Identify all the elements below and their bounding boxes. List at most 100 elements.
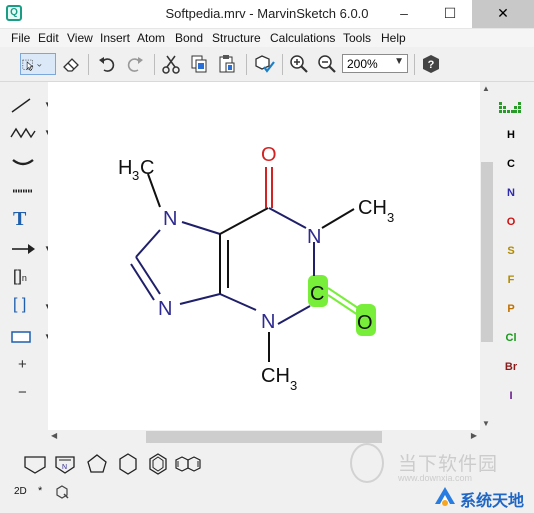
template-pentagon-flat[interactable] xyxy=(22,452,48,476)
menu-view[interactable]: View xyxy=(67,31,93,45)
menu-calculations[interactable]: Calculations xyxy=(270,31,335,45)
atom-h[interactable]: H xyxy=(118,157,132,179)
redo-button[interactable] xyxy=(124,53,146,75)
atom-subscript: 3 xyxy=(387,210,394,225)
single-bond-icon xyxy=(11,98,31,113)
menu-insert[interactable]: Insert xyxy=(100,31,130,45)
selection-tool-button[interactable] xyxy=(20,53,56,75)
increase-charge-tool[interactable]: + xyxy=(8,356,42,378)
eraser-button[interactable] xyxy=(60,53,82,75)
atom-nitrogen-1[interactable]: N xyxy=(307,226,321,248)
close-button[interactable]: ✕ xyxy=(472,0,534,28)
menu-structure[interactable]: Structure xyxy=(212,31,261,45)
dimension-mode[interactable]: 2D xyxy=(14,486,27,497)
minimize-button[interactable]: – xyxy=(386,0,422,28)
element-n[interactable]: N xyxy=(496,187,526,199)
atom-carbon-2[interactable]: C xyxy=(310,283,324,305)
element-o[interactable]: O xyxy=(496,216,526,228)
atom-oxygen-top[interactable]: O xyxy=(261,144,277,166)
atom-c[interactable]: C xyxy=(140,157,154,179)
copy-button[interactable] xyxy=(188,53,210,75)
rectangle-tool[interactable]: ▼ xyxy=(8,326,52,348)
scroll-right-icon[interactable]: ▶ xyxy=(471,431,477,440)
atom-nitrogen-7[interactable]: N xyxy=(163,208,177,230)
template-cyclohexane[interactable] xyxy=(115,452,141,476)
pyrrole-icon: N xyxy=(55,456,75,474)
vertical-scroll-thumb[interactable] xyxy=(481,162,493,342)
copy-icon xyxy=(191,55,207,73)
help-button[interactable]: ? xyxy=(420,53,442,75)
dashed-line-tool[interactable] xyxy=(8,180,42,202)
atom-oxygen-2[interactable]: O xyxy=(357,312,373,334)
chevron-down-icon: ▼ xyxy=(394,56,404,67)
zoom-select[interactable]: 200% ▼ xyxy=(342,54,408,73)
maximize-button[interactable]: ☐ xyxy=(432,0,468,28)
template-benzene[interactable] xyxy=(145,452,171,476)
scroll-down-icon[interactable]: ▼ xyxy=(482,419,490,428)
atom-subscript: 3 xyxy=(290,378,297,393)
scroll-up-icon[interactable]: ▲ xyxy=(482,84,490,93)
menu-help[interactable]: Help xyxy=(381,31,406,45)
benzene-icon xyxy=(149,453,167,475)
template-naphthalene[interactable] xyxy=(174,452,204,476)
zoom-out-icon xyxy=(318,55,336,73)
watermark-text: 当下软件园 xyxy=(398,454,499,475)
single-bond-tool[interactable]: ▼ xyxy=(8,94,52,116)
element-cl[interactable]: Cl xyxy=(496,332,526,344)
ring-bond-tool[interactable] xyxy=(8,152,42,174)
bracket-tool[interactable]: []n xyxy=(8,268,42,290)
cut-button[interactable] xyxy=(160,53,182,75)
chain-tool[interactable]: ▼ xyxy=(8,122,52,144)
cut-icon xyxy=(162,55,180,74)
zoom-in-button[interactable] xyxy=(288,53,310,75)
text-tool[interactable]: T xyxy=(8,208,42,230)
element-h[interactable]: H xyxy=(496,129,526,141)
element-panel: H C N O S F P Cl Br I xyxy=(496,92,526,412)
element-br[interactable]: Br xyxy=(496,361,526,373)
atom-ch-bottom[interactable]: CH xyxy=(261,365,290,387)
clean-structure-button[interactable] xyxy=(254,53,276,75)
group-bracket-tool[interactable]: [ ] ▼ xyxy=(8,296,52,318)
group-bracket-label: [ ] xyxy=(13,296,27,313)
vertical-scrollbar[interactable]: ▲ ▼ xyxy=(480,82,494,430)
zoom-value: 200% xyxy=(347,57,378,71)
arrow-tool[interactable]: ▼ xyxy=(8,238,52,260)
horizontal-scrollbar[interactable]: ◀ ▶ xyxy=(48,430,480,444)
menu-atom[interactable]: Atom xyxy=(137,31,165,45)
svg-text:N: N xyxy=(62,464,67,471)
arrow-icon xyxy=(12,244,35,254)
undo-button[interactable] xyxy=(96,53,118,75)
redo-icon xyxy=(127,57,143,72)
menu-file[interactable]: File xyxy=(11,31,30,45)
eraser-icon xyxy=(63,58,79,72)
atom-subscript: 3 xyxy=(132,168,139,183)
menu-tools[interactable]: Tools xyxy=(343,31,371,45)
main-toolbar: ? xyxy=(0,48,534,82)
element-s[interactable]: S xyxy=(496,245,526,257)
atom-ch-right[interactable]: CH xyxy=(358,197,387,219)
template-pyrrole[interactable]: N xyxy=(52,452,78,476)
horizontal-scroll-thumb[interactable] xyxy=(146,431,382,443)
bonds xyxy=(130,167,359,362)
zoom-out-button[interactable] xyxy=(316,53,338,75)
arc-bond-icon xyxy=(12,159,34,166)
menu-edit[interactable]: Edit xyxy=(38,31,59,45)
decrease-charge-tool[interactable]: − xyxy=(8,384,42,406)
scroll-left-icon[interactable]: ◀ xyxy=(51,431,57,440)
naphthalene-icon xyxy=(175,456,201,472)
template-cyclopentane[interactable] xyxy=(84,452,110,476)
element-c[interactable]: C xyxy=(496,158,526,170)
left-toolbar: ▼ ▼ T ▼ []n [ ] ▼ ▼ + − xyxy=(0,82,52,446)
xitongtiandi-watermark: 系统天地 xyxy=(432,482,534,513)
paste-button[interactable] xyxy=(216,53,238,75)
atom-nitrogen-3[interactable]: N xyxy=(261,311,275,333)
element-f[interactable]: F xyxy=(496,274,526,286)
atom-nitrogen-9[interactable]: N xyxy=(158,298,172,320)
drawing-canvas[interactable]: H 3 C N O N CH 3 C O N N CH 3 xyxy=(48,82,480,430)
rectangle-icon xyxy=(11,331,31,343)
menu-bond[interactable]: Bond xyxy=(175,31,203,45)
structure-check-icon[interactable] xyxy=(56,485,70,499)
paste-icon xyxy=(219,55,235,73)
element-i[interactable]: I xyxy=(496,390,526,402)
element-p[interactable]: P xyxy=(496,303,526,315)
